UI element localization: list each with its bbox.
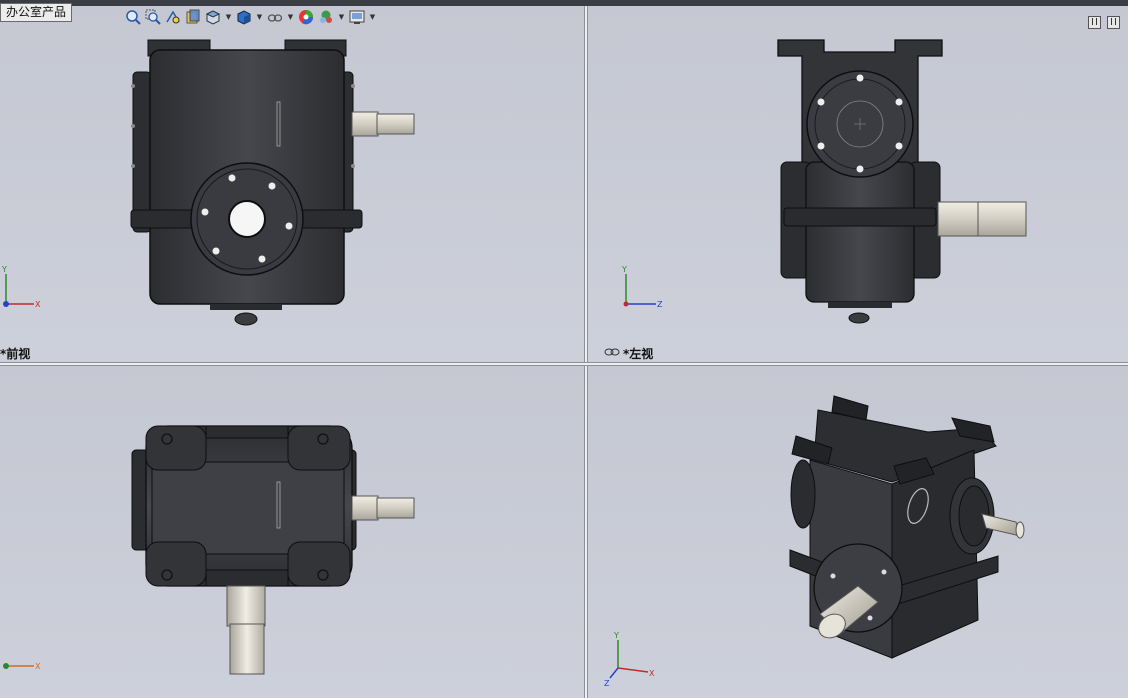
tooltip: 办公室产品 (0, 3, 73, 22)
axis-triad: Y X Z (604, 631, 655, 686)
front-view-model (130, 39, 415, 326)
view-label-left: *左视 (623, 347, 654, 361)
apply-scene-icon[interactable] (317, 8, 335, 26)
edit-appearance-icon[interactable] (297, 8, 315, 26)
zoom-area-icon[interactable] (144, 8, 162, 26)
split-vertical-icon[interactable] (1107, 16, 1120, 29)
viewport-left[interactable]: Y Z *左视 (588, 6, 1128, 362)
viewport-front[interactable]: Y X *前视 (0, 6, 584, 362)
chevron-down-icon[interactable]: ▼ (255, 8, 264, 26)
svg-text:X: X (35, 300, 41, 309)
top-view-model (131, 425, 415, 675)
svg-text:X: X (649, 669, 655, 678)
svg-text:Y: Y (621, 265, 627, 274)
svg-text:Z: Z (604, 679, 610, 686)
view-settings-icon[interactable] (348, 8, 366, 26)
section-view-icon[interactable] (184, 8, 202, 26)
axis-triad: Y Z (621, 265, 663, 309)
svg-text:Y: Y (1, 265, 7, 274)
zoom-to-fit-icon[interactable] (124, 8, 142, 26)
viewport-splitter-vertical[interactable] (584, 6, 588, 698)
link-icon[interactable] (604, 347, 620, 357)
viewport-controls (1088, 16, 1120, 29)
viewport-splitter-horizontal[interactable] (0, 362, 1128, 366)
previous-view-icon[interactable] (164, 8, 182, 26)
chevron-down-icon[interactable]: ▼ (337, 8, 346, 26)
svg-text:Z: Z (657, 300, 663, 309)
axis-triad: Y X (1, 265, 41, 309)
chevron-down-icon[interactable]: ▼ (286, 8, 295, 26)
chevron-down-icon[interactable]: ▼ (368, 8, 377, 26)
heads-up-toolbar: ▼ ▼ ▼ ▼ ▼ (124, 7, 377, 27)
axis-triad: X (3, 662, 41, 671)
svg-text:X: X (35, 662, 41, 671)
split-horizontal-icon[interactable] (1088, 16, 1101, 29)
svg-text:Y: Y (613, 631, 619, 640)
viewport-iso[interactable]: Y X Z (588, 366, 1128, 698)
iso-view-model (789, 395, 1025, 659)
view-label-front: *前视 (0, 347, 31, 361)
view-orientation-icon[interactable] (204, 8, 222, 26)
chevron-down-icon[interactable]: ▼ (224, 8, 233, 26)
display-style-icon[interactable] (235, 8, 253, 26)
hide-show-icon[interactable] (266, 8, 284, 26)
viewport-top[interactable]: X (0, 366, 584, 698)
